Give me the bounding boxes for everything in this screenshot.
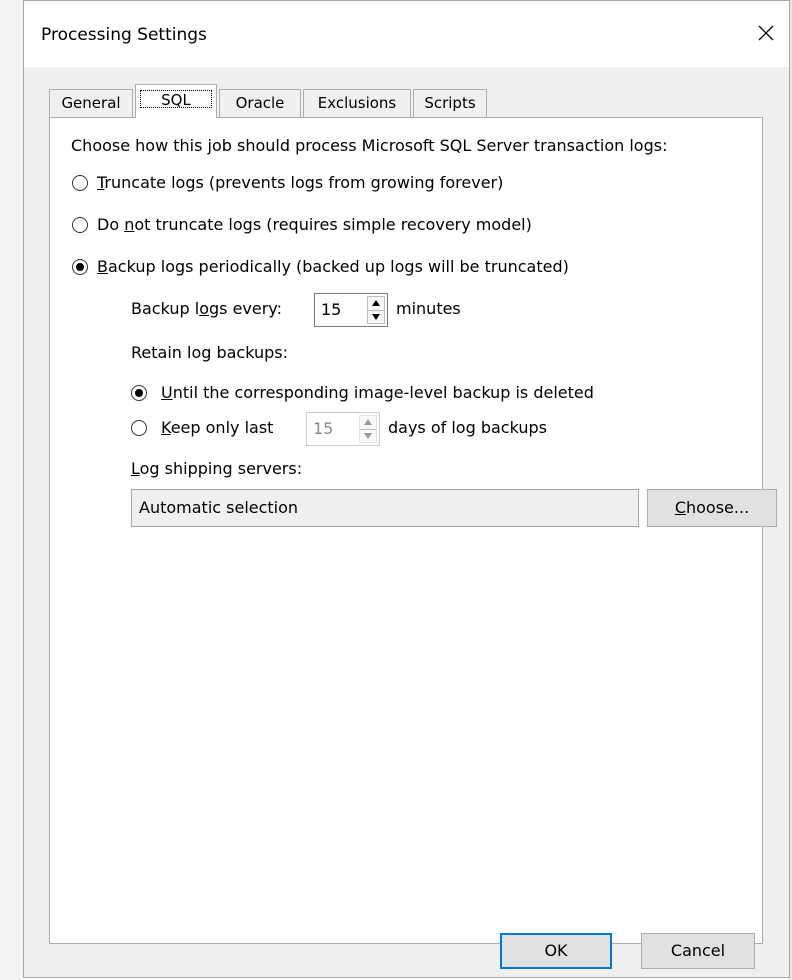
backup-logs-periodically-label[interactable]: Backup logs periodically (backed up logs… bbox=[97, 257, 569, 277]
log-shipping-servers-value: Automatic selection bbox=[139, 498, 299, 517]
log-shipping-servers-field[interactable]: Automatic selection bbox=[131, 489, 639, 527]
days-of-log-backups-label: days of log backups bbox=[388, 418, 547, 437]
tab-scripts-label: Scripts bbox=[424, 94, 476, 112]
ok-button[interactable]: OK bbox=[500, 933, 612, 969]
backup-interval-value: 15 bbox=[321, 300, 342, 319]
backup-interval-spin-buttons[interactable] bbox=[367, 296, 385, 324]
tab-exclusions-label: Exclusions bbox=[317, 94, 397, 112]
processing-settings-dialog: Processing Settings General SQL Oracle E… bbox=[23, 0, 790, 978]
keep-days-stepper[interactable]: 15 bbox=[306, 412, 380, 446]
log-shipping-servers-label: Log shipping servers: bbox=[131, 459, 303, 478]
retain-log-backups-heading: Retain log backups: bbox=[131, 343, 289, 362]
do-not-truncate-logs-radio[interactable] bbox=[72, 217, 88, 233]
tab-sql[interactable]: SQL bbox=[135, 84, 217, 118]
backup-interval-stepper[interactable]: 15 bbox=[314, 293, 388, 327]
truncate-logs-radio[interactable] bbox=[72, 175, 88, 191]
close-button[interactable] bbox=[743, 13, 789, 55]
spin-up-icon bbox=[372, 300, 380, 306]
backup-logs-every-label: Backup logs every: bbox=[131, 299, 282, 318]
transaction-logs-heading: Choose how this job should process Micro… bbox=[71, 136, 668, 155]
tab-general[interactable]: General bbox=[49, 89, 133, 117]
truncate-logs-label[interactable]: Truncate logs (prevents logs from growin… bbox=[97, 173, 503, 193]
sql-tab-panel: Choose how this job should process Micro… bbox=[49, 117, 777, 944]
spin-down-icon bbox=[364, 433, 372, 439]
minutes-label: minutes bbox=[396, 299, 461, 318]
spin-down-icon bbox=[372, 314, 380, 320]
keep-only-last-label[interactable]: Keep only last bbox=[161, 418, 273, 438]
tab-oracle[interactable]: Oracle bbox=[219, 89, 301, 117]
keep-days-value: 15 bbox=[313, 419, 334, 438]
tab-general-label: General bbox=[61, 94, 121, 112]
tab-exclusions[interactable]: Exclusions bbox=[303, 89, 411, 117]
dialog-title: Processing Settings bbox=[41, 25, 207, 45]
spin-up-icon bbox=[364, 419, 372, 425]
keep-days-spin-buttons[interactable] bbox=[359, 415, 377, 443]
screen: Processing Settings General SQL Oracle E… bbox=[0, 0, 792, 980]
tab-scripts[interactable]: Scripts bbox=[413, 89, 487, 117]
focus-rectangle bbox=[140, 90, 212, 108]
backup-logs-periodically-radio[interactable] bbox=[72, 259, 88, 275]
retain-until-image-backup-deleted-label[interactable]: Until the corresponding image-level back… bbox=[161, 383, 594, 403]
do-not-truncate-logs-label[interactable]: Do not truncate logs (requires simple re… bbox=[97, 215, 532, 235]
tab-oracle-label: Oracle bbox=[235, 94, 285, 112]
choose-log-shipping-servers-button[interactable]: Choose... bbox=[647, 489, 777, 527]
close-icon bbox=[758, 25, 774, 41]
background-window-edge bbox=[0, 0, 23, 980]
cancel-button[interactable]: Cancel bbox=[641, 933, 755, 969]
keep-only-last-radio[interactable] bbox=[131, 420, 147, 436]
title-bar[interactable]: Processing Settings bbox=[24, 1, 789, 67]
retain-until-image-backup-deleted-radio[interactable] bbox=[131, 385, 147, 401]
